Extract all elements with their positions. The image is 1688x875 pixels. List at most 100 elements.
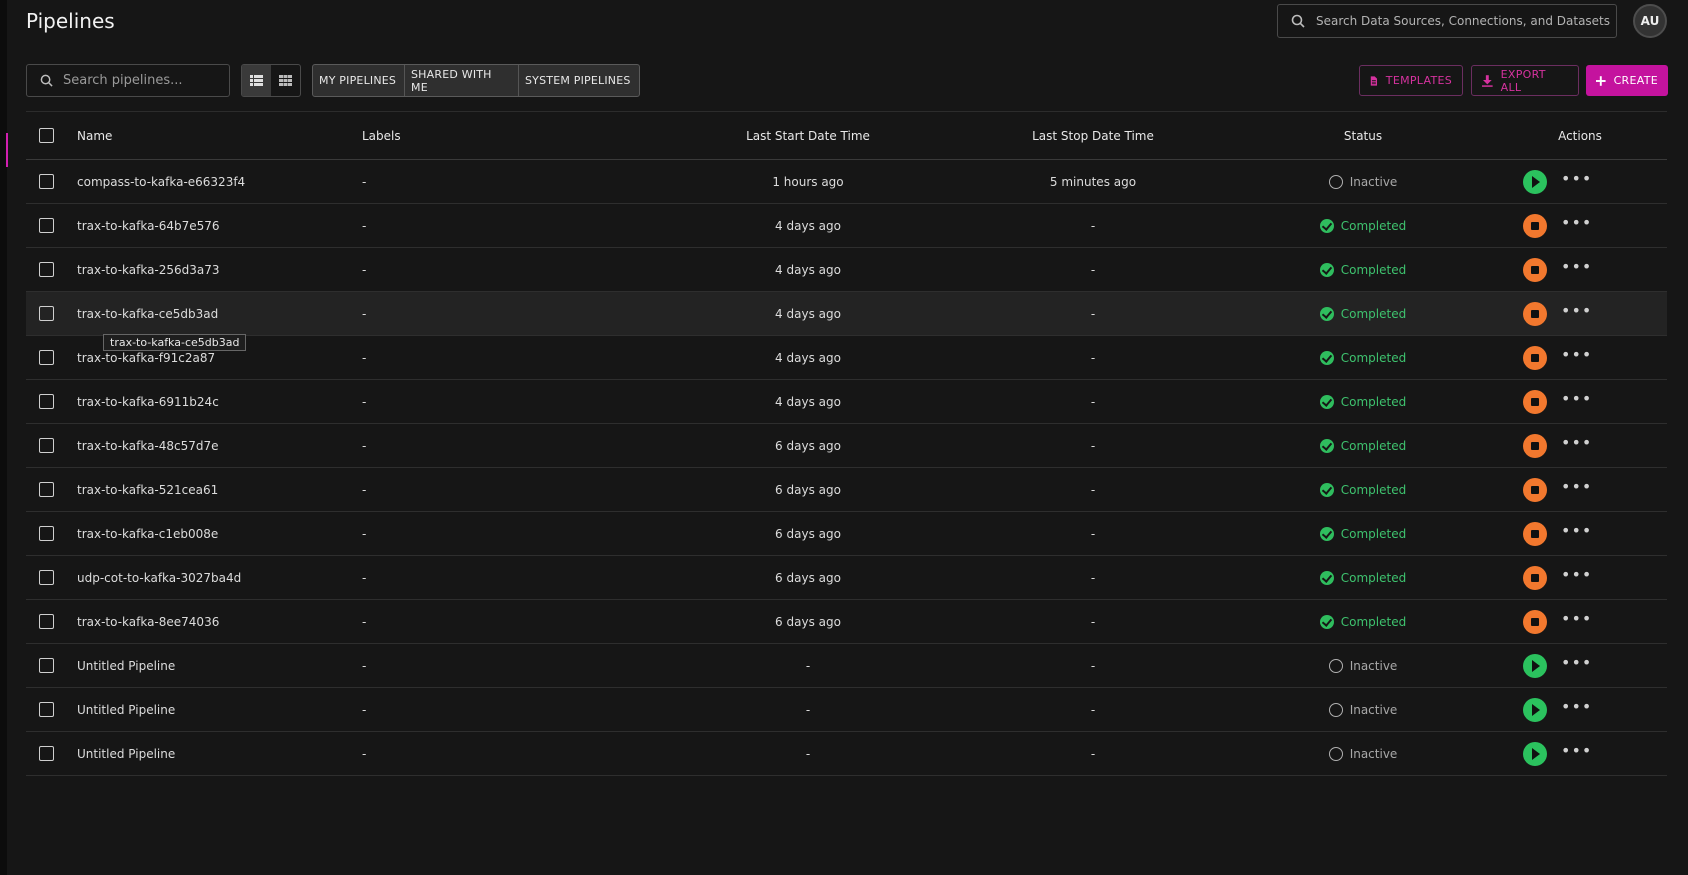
table-row[interactable]: trax-to-kafka-6911b24c - 4 days ago - Co… <box>26 380 1667 424</box>
table-row[interactable]: udp-cot-to-kafka-3027ba4d - 6 days ago -… <box>26 556 1667 600</box>
row-checkbox[interactable] <box>39 746 54 761</box>
download-icon <box>1482 74 1493 87</box>
row-select-cell <box>39 600 55 643</box>
row-checkbox[interactable] <box>39 614 54 629</box>
status-badge: Inactive <box>1223 688 1503 731</box>
more-options-icon[interactable]: ••• <box>1561 566 1592 583</box>
more-options-icon[interactable]: ••• <box>1561 258 1592 275</box>
table-row[interactable]: compass-to-kafka-e66323f4 - 1 hours ago … <box>26 160 1667 204</box>
templates-button[interactable]: TEMPLATES <box>1359 65 1463 96</box>
table-row[interactable]: trax-to-kafka-ce5db3ad - 4 days ago - Co… <box>26 292 1667 336</box>
table-row[interactable]: trax-to-kafka-64b7e576 - 4 days ago - Co… <box>26 204 1667 248</box>
stop-button[interactable] <box>1523 565 1547 590</box>
table-row[interactable]: trax-to-kafka-8ee74036 - 6 days ago - Co… <box>26 600 1667 644</box>
more-options-icon[interactable]: ••• <box>1561 742 1592 759</box>
select-all-checkbox[interactable] <box>39 128 54 143</box>
tab-shared-with-me[interactable]: SHARED WITH ME <box>405 65 519 96</box>
pipeline-name[interactable]: trax-to-kafka-c1eb008e <box>77 512 218 555</box>
more-options-icon[interactable]: ••• <box>1561 170 1592 187</box>
row-checkbox[interactable] <box>39 526 54 541</box>
status-text: Inactive <box>1349 174 1398 189</box>
stop-button[interactable] <box>1523 345 1547 370</box>
empty-circle-icon <box>1328 702 1343 717</box>
stop-button[interactable] <box>1523 301 1547 326</box>
global-search-input[interactable]: Search Data Sources, Connections, and Da… <box>1277 4 1617 38</box>
column-header-labels[interactable]: Labels <box>362 112 401 159</box>
row-checkbox[interactable] <box>39 394 54 409</box>
row-checkbox[interactable] <box>39 350 54 365</box>
column-header-last-stop[interactable]: Last Stop Date Time <box>943 112 1243 159</box>
column-header-last-start[interactable]: Last Start Date Time <box>658 112 958 159</box>
table-row[interactable]: trax-to-kafka-48c57d7e - 6 days ago - Co… <box>26 424 1667 468</box>
table-row[interactable]: trax-to-kafka-256d3a73 - 4 days ago - Co… <box>26 248 1667 292</box>
row-checkbox[interactable] <box>39 658 54 673</box>
more-options-icon[interactable]: ••• <box>1561 610 1592 627</box>
column-header-name[interactable]: Name <box>77 112 112 159</box>
play-button[interactable] <box>1523 653 1547 678</box>
more-options-icon[interactable]: ••• <box>1561 698 1592 715</box>
pipeline-name[interactable]: trax-to-kafka-48c57d7e <box>77 424 219 467</box>
row-actions: ••• <box>1523 160 1683 203</box>
play-button[interactable] <box>1523 169 1547 194</box>
tab-my-pipelines[interactable]: MY PIPELINES <box>313 65 405 96</box>
table-row[interactable]: trax-to-kafka-c1eb008e - 6 days ago - Co… <box>26 512 1667 556</box>
more-options-icon[interactable]: ••• <box>1561 346 1592 363</box>
stop-button[interactable] <box>1523 257 1547 282</box>
grid-view-button[interactable] <box>271 65 300 96</box>
play-button[interactable] <box>1523 741 1547 766</box>
pipeline-name[interactable]: trax-to-kafka-8ee74036 <box>77 600 219 643</box>
stop-button[interactable] <box>1523 477 1547 502</box>
pipeline-name[interactable]: Untitled Pipeline <box>77 732 175 775</box>
pipeline-name[interactable]: trax-to-kafka-64b7e576 <box>77 204 220 247</box>
avatar[interactable]: AU <box>1633 4 1667 38</box>
row-checkbox[interactable] <box>39 306 54 321</box>
more-options-icon[interactable]: ••• <box>1561 522 1592 539</box>
status-text: Completed <box>1340 614 1407 629</box>
stop-button[interactable] <box>1523 609 1547 634</box>
pipeline-name[interactable]: trax-to-kafka-521cea61 <box>77 468 218 511</box>
pipeline-name[interactable]: Untitled Pipeline <box>77 644 175 687</box>
row-actions: ••• <box>1523 292 1683 335</box>
row-checkbox[interactable] <box>39 702 54 717</box>
more-options-icon[interactable]: ••• <box>1561 434 1592 451</box>
pipeline-name[interactable]: Untitled Pipeline <box>77 688 175 731</box>
table-row[interactable]: trax-to-kafka-521cea61 - 6 days ago - Co… <box>26 468 1667 512</box>
tab-system-pipelines[interactable]: SYSTEM PIPELINES <box>519 65 639 96</box>
more-options-icon[interactable]: ••• <box>1561 390 1592 407</box>
table-row[interactable]: trax-to-kafka-f91c2a87 - 4 days ago - Co… <box>26 336 1667 380</box>
status-badge: Completed <box>1223 468 1503 511</box>
grid-view-icon <box>279 75 292 86</box>
table-row[interactable]: Untitled Pipeline - - - Inactive ••• <box>26 732 1667 776</box>
row-checkbox[interactable] <box>39 174 54 189</box>
check-circle-icon <box>1319 614 1334 629</box>
last-start-time: 6 days ago <box>775 482 841 497</box>
column-header-status[interactable]: Status <box>1223 112 1503 159</box>
row-checkbox[interactable] <box>39 218 54 233</box>
pipeline-name[interactable]: trax-to-kafka-6911b24c <box>77 380 219 423</box>
play-button[interactable] <box>1523 697 1547 722</box>
row-checkbox[interactable] <box>39 438 54 453</box>
more-options-icon[interactable]: ••• <box>1561 654 1592 671</box>
more-options-icon[interactable]: ••• <box>1561 302 1592 319</box>
export-all-button[interactable]: EXPORT ALL <box>1471 65 1579 96</box>
stop-button[interactable] <box>1523 433 1547 458</box>
stop-button[interactable] <box>1523 213 1547 238</box>
pipeline-name[interactable]: compass-to-kafka-e66323f4 <box>77 160 245 203</box>
row-checkbox[interactable] <box>39 262 54 277</box>
pipeline-name[interactable]: trax-to-kafka-ce5db3ad <box>77 292 218 335</box>
more-options-icon[interactable]: ••• <box>1561 478 1592 495</box>
table-row[interactable]: Untitled Pipeline - - - Inactive ••• <box>26 688 1667 732</box>
search-pipelines-input[interactable]: Search pipelines... <box>26 64 230 97</box>
more-options-icon[interactable]: ••• <box>1561 214 1592 231</box>
create-button[interactable]: CREATE <box>1586 65 1668 96</box>
row-checkbox[interactable] <box>39 482 54 497</box>
last-stop-time: - <box>1090 262 1096 277</box>
row-checkbox[interactable] <box>39 570 54 585</box>
stop-button[interactable] <box>1523 521 1547 546</box>
pipeline-name[interactable]: trax-to-kafka-256d3a73 <box>77 248 220 291</box>
table-row[interactable]: Untitled Pipeline - - - Inactive ••• <box>26 644 1667 688</box>
pipeline-name[interactable]: udp-cot-to-kafka-3027ba4d <box>77 556 241 599</box>
list-view-button[interactable] <box>242 65 271 96</box>
row-select-cell <box>39 732 55 775</box>
stop-button[interactable] <box>1523 389 1547 414</box>
